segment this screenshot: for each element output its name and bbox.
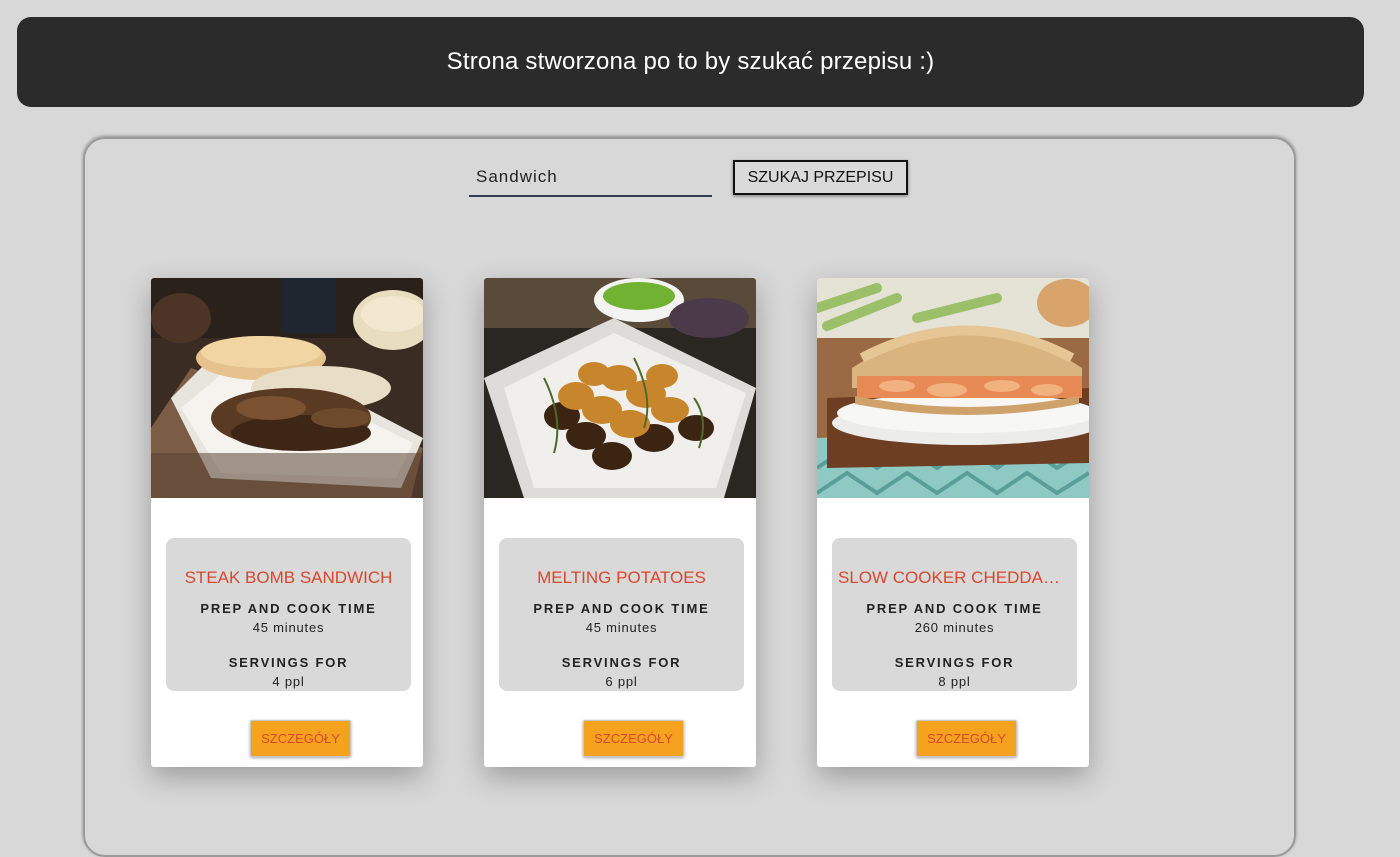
recipe-image[interactable] — [817, 278, 1089, 498]
details-button[interactable]: SZCZEGÓŁY — [583, 720, 684, 757]
prep-time-label: PREP AND COOK TIME — [533, 601, 710, 616]
prep-time-value: 260 minutes — [914, 620, 995, 635]
recipe-image[interactable] — [484, 278, 756, 498]
recipe-image[interactable] — [151, 278, 423, 498]
servings-value: 6 ppl — [605, 674, 638, 689]
recipe-info: STEAK BOMB SANDWICH PREP AND COOK TIME 4… — [166, 538, 411, 691]
prep-time-value: 45 minutes — [252, 620, 325, 635]
recipe-title: MELTING POTATOES — [537, 568, 706, 587]
recipe-card: STEAK BOMB SANDWICH PREP AND COOK TIME 4… — [151, 278, 423, 767]
servings-label: SERVINGS FOR — [228, 655, 349, 670]
search-button[interactable]: SZUKAJ PRZEPISU — [733, 160, 908, 195]
recipe-info: MELTING POTATOES PREP AND COOK TIME 45 m… — [499, 538, 744, 691]
details-button[interactable]: SZCZEGÓŁY — [916, 720, 1017, 757]
prep-time-label: PREP AND COOK TIME — [866, 601, 1043, 616]
site-title: Strona stworzona po to by szukać przepis… — [446, 48, 935, 75]
servings-value: 8 ppl — [938, 674, 971, 689]
prep-time-value: 45 minutes — [585, 620, 658, 635]
recipe-info: SLOW COOKER CHEDDAR ... PREP AND COOK TI… — [832, 538, 1077, 691]
details-button[interactable]: SZCZEGÓŁY — [250, 720, 351, 757]
recipe-title: SLOW COOKER CHEDDAR ... — [838, 568, 1075, 587]
prep-time-label: PREP AND COOK TIME — [200, 601, 377, 616]
servings-value: 4 ppl — [272, 674, 305, 689]
site-header: Strona stworzona po to by szukać przepis… — [17, 17, 1364, 107]
search-input[interactable] — [469, 159, 712, 197]
recipe-card: MELTING POTATOES PREP AND COOK TIME 45 m… — [484, 278, 756, 767]
recipe-card: SLOW COOKER CHEDDAR ... PREP AND COOK TI… — [817, 278, 1089, 767]
servings-label: SERVINGS FOR — [561, 655, 682, 670]
servings-label: SERVINGS FOR — [894, 655, 1015, 670]
recipe-title: STEAK BOMB SANDWICH — [184, 568, 393, 587]
